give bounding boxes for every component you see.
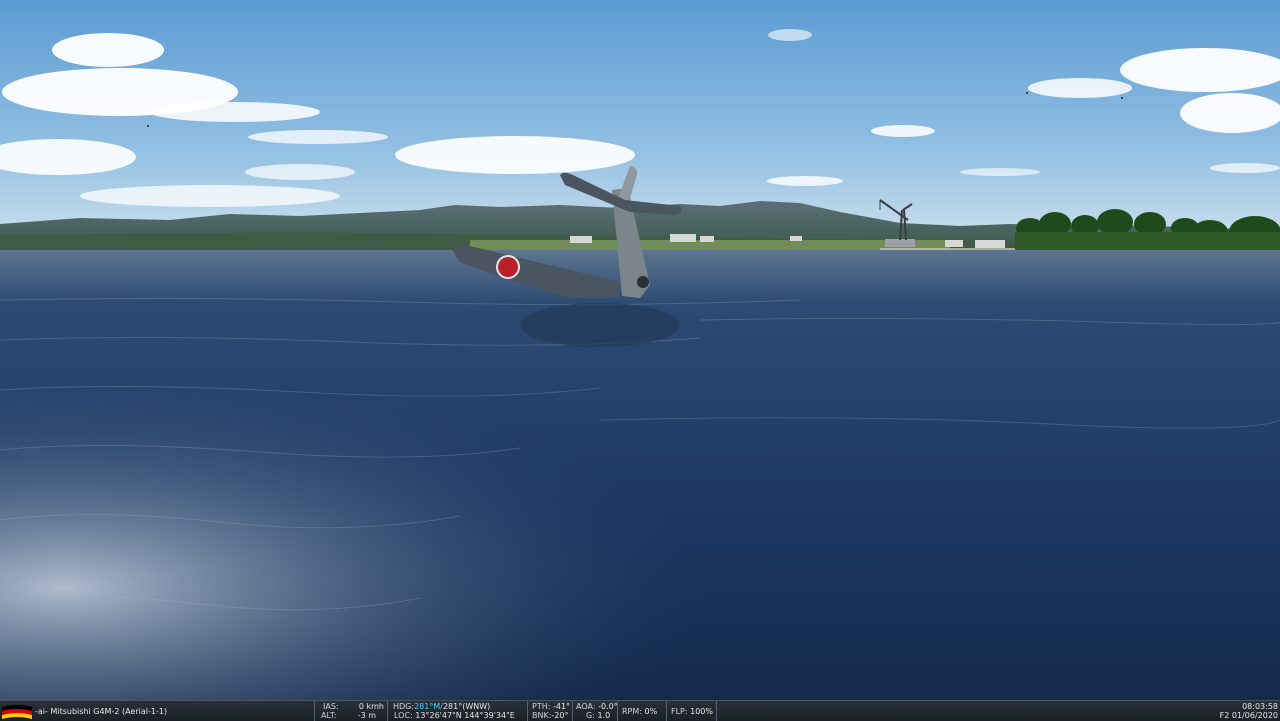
pitch-bank-readout: PTH: -41° BNK:-20° [528, 701, 573, 721]
flight-status-bar: -ai- Mitsubishi G4M-2 (Aerial-1-1) IAS: … [0, 700, 1280, 721]
ias-value: 0 kmh [358, 702, 384, 711]
g-value: 1.0 [597, 711, 611, 720]
heading-true: 281°(WNW) [442, 702, 491, 711]
flaps-readout: FLP: 100% [667, 701, 717, 721]
rpm-value: 0% [644, 707, 658, 716]
heading-magnetic: 281°M/ [414, 702, 443, 711]
rpm-readout: RPM: 0% [618, 701, 667, 721]
aircraft-info: -ai- Mitsubishi G4M-2 (Aerial-1-1) [0, 701, 315, 721]
game-viewport [0, 0, 1280, 700]
aoa-value: -0.0° [598, 702, 618, 711]
clock-readout: 08:03:58 F2 01/06/2020 [1218, 701, 1280, 721]
time-value: 08:03:58 [1242, 702, 1278, 711]
speed-altitude-readout: IAS: 0 kmh ALT: -3 m [315, 701, 388, 721]
location-value: 13°26'47"N 144°39'34"E [415, 711, 515, 720]
aoa-g-readout: AOA: -0.0° G: 1.0 [573, 701, 618, 721]
pitch-value: -41° [552, 702, 571, 711]
alt-value: -3 m [357, 711, 376, 720]
heading-location-readout: HDG:281°M/281°(WNW) LOC: 13°26'47"N 144°… [388, 701, 528, 721]
aircraft-name: -ai- Mitsubishi G4M-2 (Aerial-1-1) [35, 707, 168, 716]
date-value: F2 01/06/2020 [1219, 711, 1278, 720]
german-flag-icon [2, 705, 32, 719]
plane-reflection [520, 303, 680, 347]
bank-value: -20° [551, 711, 569, 720]
flaps-value: 100% [690, 707, 713, 716]
